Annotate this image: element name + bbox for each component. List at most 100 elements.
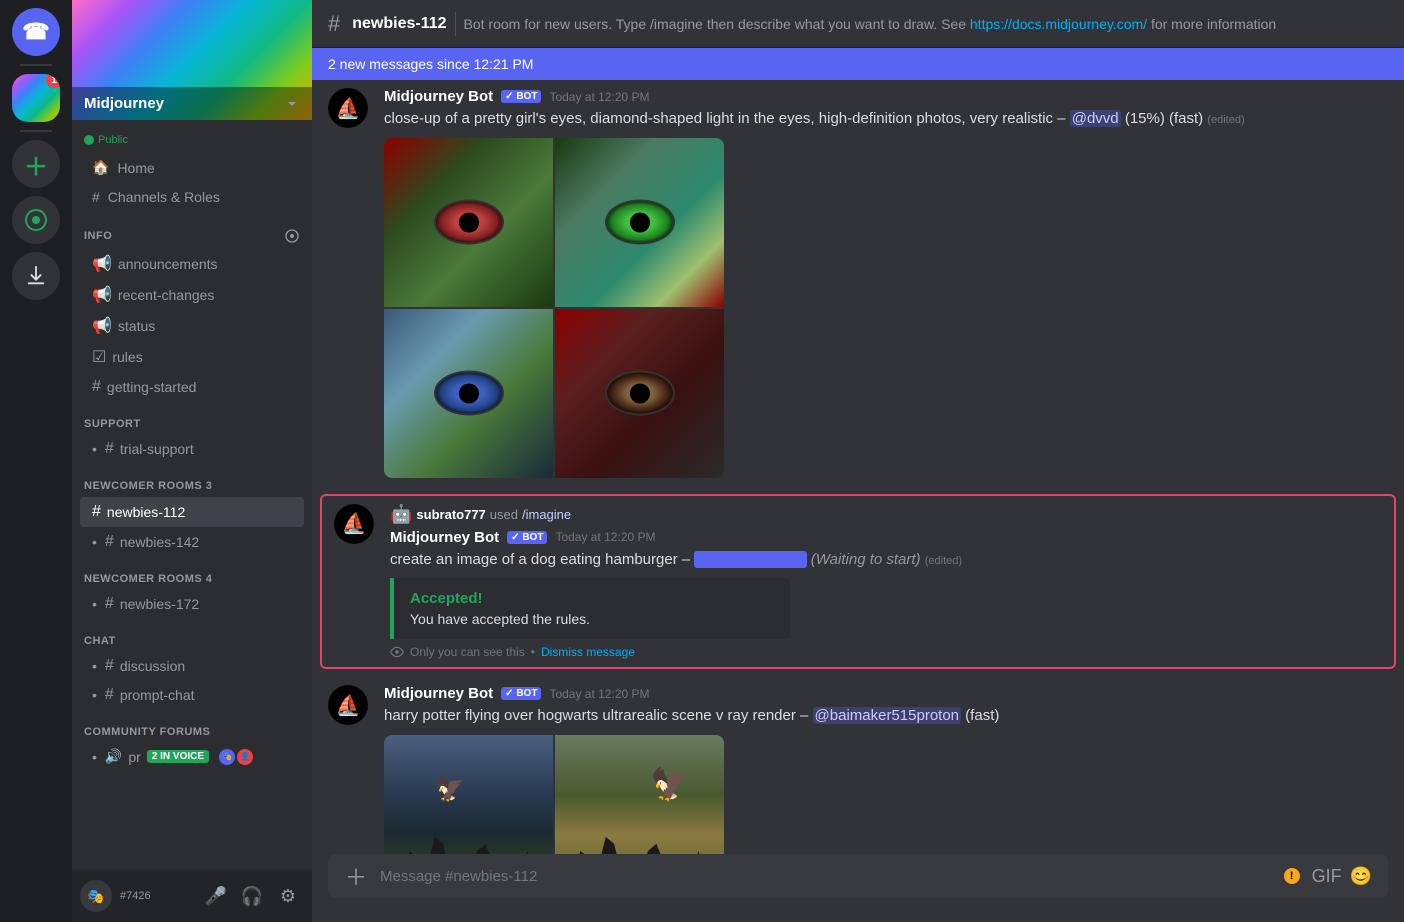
message-timestamp-3: Today at 12:20 PM (549, 687, 649, 701)
channel-label: announcements (118, 256, 218, 272)
bullet-dot: • (92, 687, 97, 703)
channel-label: recent-changes (118, 287, 215, 303)
user-tag: #7426 (120, 890, 192, 902)
channel-newbies-112[interactable]: # newbies-112 👤+ (80, 497, 304, 527)
server-divider-2 (20, 130, 52, 132)
sidebar: Midjourney Public 🏠 Home # Channels & Ro… (72, 0, 312, 922)
message-timestamp-2: Today at 12:20 PM (555, 530, 655, 544)
channel-status[interactable]: 📢 status (80, 311, 304, 341)
message-timestamp-1: Today at 12:20 PM (549, 90, 649, 104)
hash-icon: # (105, 686, 114, 704)
voice-channel-pr[interactable]: • 🔊 pr 2 IN VOICE 🎭 👤 (80, 743, 304, 770)
message-input-wrapper: ＋ ! GIF 😊 (328, 854, 1388, 898)
channel-header-name: newbies-112 (352, 15, 446, 33)
message-text-3: harry potter flying over hogwarts ultrar… (384, 706, 1388, 727)
command-username: subrato777 (416, 507, 485, 522)
user-panel: 🎭 #7426 🎤 🎧 ⚙ (72, 870, 312, 922)
channel-label: newbies-112 (107, 504, 185, 520)
channel-newbies-172[interactable]: • # newbies-172 (80, 590, 304, 618)
channel-discussion[interactable]: • # discussion (80, 652, 304, 680)
channel-trial-support[interactable]: • # trial-support (80, 435, 304, 463)
explore-servers-button[interactable] (12, 196, 60, 244)
download-button[interactable] (12, 252, 60, 300)
bullet-dot: • (92, 534, 97, 550)
bot-avatar-icon-3: ⛵ (328, 685, 368, 725)
embed-title: Accepted! (410, 590, 774, 607)
message-content-3: Midjourney Bot ✓ BOT Today at 12:20 PM h… (384, 685, 1388, 854)
main-content: # newbies-112 Bot room for new users. Ty… (312, 0, 1404, 922)
channels-roles-nav[interactable]: # Channels & Roles (80, 183, 304, 211)
voice-avatar-1: 🎭 (219, 749, 235, 765)
image-grid-castle: 🦅 🦅 (384, 735, 724, 854)
server-header[interactable]: Midjourney (72, 0, 312, 120)
hash-icon: # (105, 440, 114, 458)
image-cell-tr (555, 138, 724, 307)
mention-baimaker: @baimaker515proton (813, 707, 961, 724)
bullet-dot: • (92, 749, 97, 765)
megaphone-icon: 📢 (92, 285, 112, 305)
channel-announcements[interactable]: 📢 announcements (80, 249, 304, 279)
eye-detail-1 (434, 200, 504, 245)
image-cell-br (555, 309, 724, 478)
gif-button[interactable]: GIF (1312, 866, 1342, 887)
hash-icon: # (105, 657, 114, 675)
eye-detail-2 (605, 200, 675, 245)
warning-icon: ! (1284, 868, 1300, 884)
notification-badge: 1 (46, 74, 60, 88)
status-icon: 📢 (92, 316, 112, 336)
channel-hash-icon: # (328, 11, 340, 37)
deafen-button[interactable]: 🎧 (236, 880, 268, 912)
eye-icon (390, 645, 404, 659)
bot-avatar-2: ⛵ (334, 504, 374, 544)
add-server-button[interactable]: ＋ (12, 140, 60, 188)
image-grid-eyes (384, 138, 724, 478)
new-messages-bar[interactable]: 2 new messages since 12:21 PM (312, 48, 1404, 80)
channel-label: newbies-172 (120, 596, 199, 612)
bullet-dot: • (92, 658, 97, 674)
home-nav[interactable]: 🏠 Home (80, 153, 304, 182)
user-avatar-icon: 🎭 (87, 888, 104, 905)
mute-button[interactable]: 🎤 (200, 880, 232, 912)
midjourney-server-icon[interactable]: 1 (12, 74, 60, 122)
channel-label: prompt-chat (120, 687, 195, 703)
server-divider (20, 64, 52, 66)
bird-icon-l: 🦅 (435, 775, 465, 804)
bot-avatar-icon-2: ⛵ (334, 504, 374, 544)
channel-prompt-chat[interactable]: • # prompt-chat (80, 681, 304, 709)
eye-detail-4 (605, 371, 675, 416)
message-author-3: Midjourney Bot (384, 685, 493, 702)
eye-detail-3 (434, 371, 504, 416)
message-input[interactable] (380, 854, 1272, 898)
docs-link[interactable]: https://docs.midjourney.com/ (970, 16, 1147, 32)
mention-dvvd: @dvvd (1070, 110, 1121, 127)
message-header-2: Midjourney Bot ✓ BOT Today at 12:20 PM (390, 529, 1382, 546)
channel-newbies-142[interactable]: • # newbies-142 (80, 528, 304, 556)
community-forums-section-header: COMMUNITY FORUMS (72, 710, 312, 742)
messages-area[interactable]: 2 new messages since 12:21 PM ⛵ Midjourn… (312, 48, 1404, 854)
info-section-header: INFO (72, 212, 312, 248)
message-group-3: ⛵ Midjourney Bot ✓ BOT Today at 12:20 PM… (312, 677, 1404, 854)
used-command-2: 🤖 subrato777 used /imagine (390, 504, 1382, 525)
channel-recent-changes[interactable]: 📢 recent-changes (80, 280, 304, 310)
sidebar-content: Public 🏠 Home # Channels & Roles INFO 📢 … (72, 120, 312, 870)
dismiss-message-link[interactable]: Dismiss message (541, 645, 635, 659)
input-icons: ! GIF 😊 (1284, 866, 1372, 887)
castle-silhouette-r (555, 795, 724, 854)
channel-getting-started[interactable]: # getting-started (80, 373, 304, 401)
channel-label: status (118, 318, 155, 334)
channel-label: getting-started (107, 379, 197, 395)
bot-badge-3: ✓ BOT (501, 687, 541, 700)
channel-rules[interactable]: ☑ rules (80, 342, 304, 372)
rules-icon: ☑ (92, 347, 106, 367)
discord-icon[interactable]: ☎ (12, 8, 60, 56)
bot-badge-2: ✓ BOT (507, 531, 547, 544)
settings-button[interactable]: ⚙ (272, 880, 304, 912)
user-avatar[interactable]: 🎭 (80, 880, 112, 912)
castle-silhouette-l (384, 795, 553, 854)
settings-icon[interactable] (284, 228, 300, 244)
bot-avatar-3: ⛵ (328, 685, 368, 725)
embed-accepted: Accepted! You have accepted the rules. (390, 578, 790, 639)
channel-header: # newbies-112 Bot room for new users. Ty… (312, 0, 1404, 48)
emoji-button[interactable]: 😊 (1350, 866, 1372, 887)
add-attachment-button[interactable]: ＋ (344, 854, 368, 898)
